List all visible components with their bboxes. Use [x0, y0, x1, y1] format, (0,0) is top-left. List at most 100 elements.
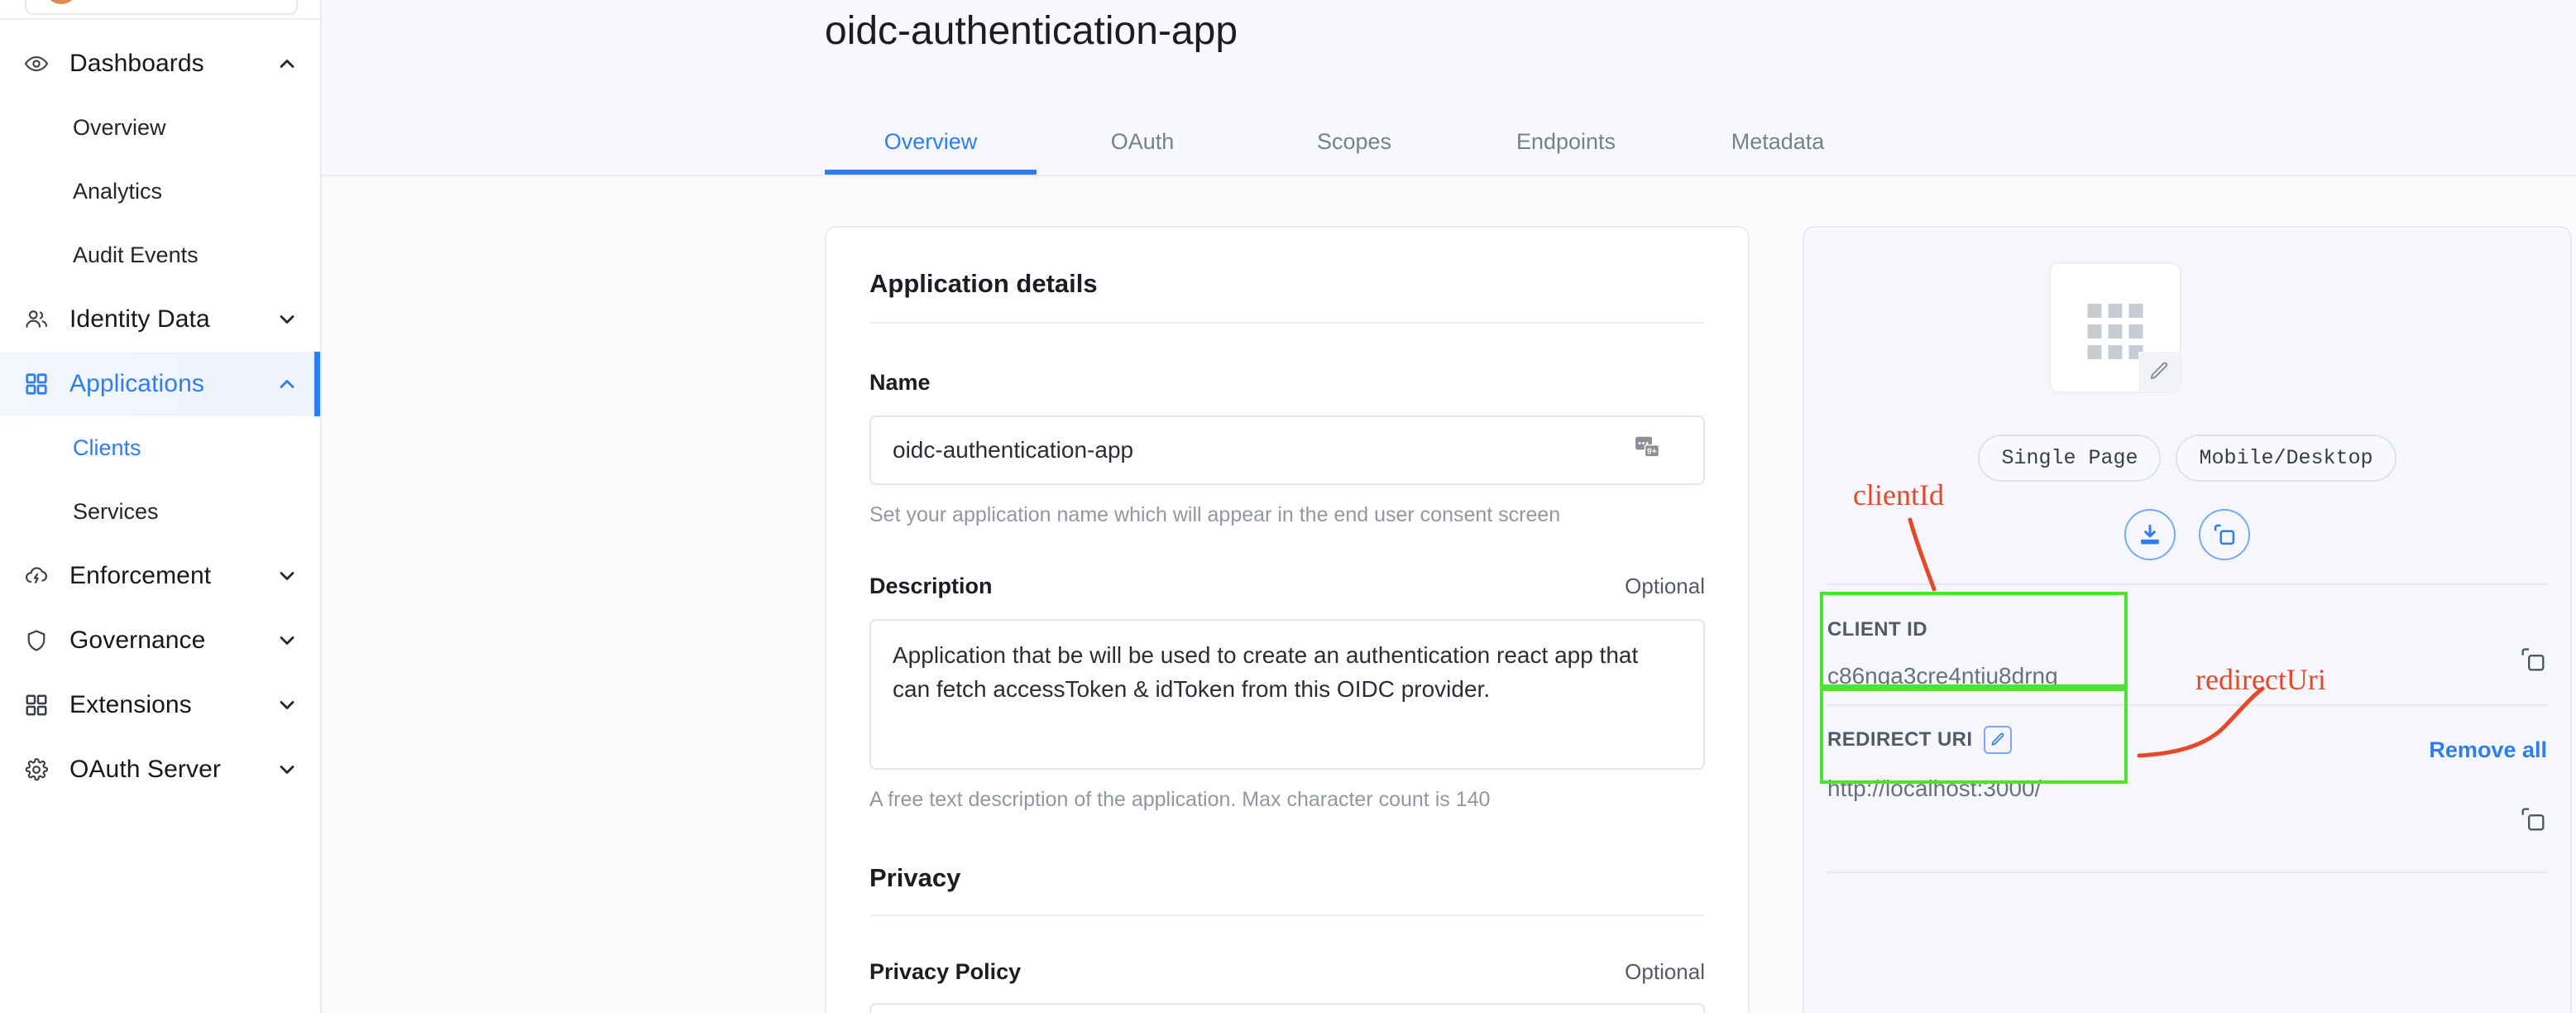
sidebar-item-dashboards[interactable]: Dashboards [0, 31, 320, 96]
sidebar-nav: Dashboards Overview Analytics Audit Even… [0, 0, 320, 802]
client-id-value: c86nqa3cre4ntiu8drng [1827, 663, 2058, 689]
sidebar-subitem-label: Audit Events [73, 242, 199, 267]
sidebar-subitem-label: Clients [73, 435, 141, 460]
tab-scopes[interactable]: Scopes [1248, 129, 1460, 175]
divider [869, 915, 1705, 916]
tab-label: Endpoints [1515, 129, 1616, 154]
tab-label: OAuth [1110, 129, 1175, 154]
pill-mobile-desktop[interactable]: Mobile/Desktop [2176, 434, 2396, 482]
gear-icon [18, 751, 55, 788]
main-content: oidc-authentication-app Overview OAuth S… [322, 0, 2576, 1013]
copy-client-id-button[interactable] [2519, 646, 2547, 678]
tab-label: Scopes [1316, 129, 1392, 154]
tab-label: Overview [883, 129, 978, 154]
privacy-section-title: Privacy [869, 863, 961, 892]
app-icon-thumbnail[interactable] [2049, 262, 2181, 393]
privacy-policy-input[interactable] [869, 1003, 1705, 1013]
content-area: Application details Name oidc-authentica… [322, 176, 2576, 1013]
client-id-label-text: CLIENT ID [1827, 618, 1927, 641]
description-value: Application that be will be used to crea… [893, 642, 1639, 702]
name-hint: Set your application name which will app… [869, 503, 1561, 526]
sidebar-item-label: Dashboards [69, 50, 204, 77]
sidebar: Dashboards Overview Analytics Audit Even… [0, 0, 322, 1013]
nine-plus-badge-icon: 9+ [1634, 434, 1662, 468]
description-label: Description [869, 574, 993, 598]
name-label: Name [869, 370, 931, 395]
tab-overview[interactable]: Overview [825, 129, 1037, 175]
sidebar-item-label: Identity Data [69, 305, 210, 333]
sidebar-item-oauth-server[interactable]: OAuth Server [0, 737, 320, 802]
tab-endpoints[interactable]: Endpoints [1460, 129, 1672, 175]
divider [869, 322, 1705, 324]
client-id-block: CLIENT ID c86nqa3cre4ntiu8drng [1827, 618, 2547, 689]
sidebar-item-clients[interactable]: Clients [0, 416, 320, 480]
edit-app-icon-button[interactable] [2138, 352, 2180, 391]
sidebar-item-audit-events[interactable]: Audit Events [0, 223, 320, 287]
sidebar-item-enforcement[interactable]: Enforcement [0, 544, 320, 608]
app-type-pills: Single Page Mobile/Desktop [1804, 434, 2570, 482]
description-label-row: Description Optional [869, 574, 1705, 599]
pill-label: Mobile/Desktop [2199, 446, 2373, 470]
sidebar-item-governance[interactable]: Governance [0, 608, 320, 673]
sidebar-item-label: Applications [69, 370, 204, 397]
chevron-down-icon[interactable] [275, 308, 299, 331]
sidebar-item-identity-data[interactable]: Identity Data [0, 287, 320, 352]
action-buttons [1804, 509, 2570, 560]
divider [1827, 704, 2547, 706]
sidebar-item-label: Extensions [69, 691, 192, 718]
chevron-up-icon[interactable] [275, 52, 299, 75]
sidebar-item-label: OAuth Server [69, 756, 221, 783]
chevron-down-icon[interactable] [275, 629, 299, 652]
pill-single-page[interactable]: Single Page [1978, 434, 2162, 482]
app-root: Dashboards Overview Analytics Audit Even… [0, 0, 2576, 1013]
remove-all-link[interactable]: Remove all [2429, 737, 2547, 763]
divider [1827, 583, 2547, 585]
download-button[interactable] [2124, 509, 2176, 560]
card-title: Application details [869, 269, 1098, 298]
chevron-up-icon[interactable] [275, 372, 299, 396]
redirect-uri-label-text: REDIRECT URI [1827, 728, 1973, 751]
profile-card-stub[interactable] [25, 0, 298, 15]
application-details-card: Application details Name oidc-authentica… [825, 226, 1750, 1013]
chevron-down-icon[interactable] [275, 758, 299, 781]
application-summary-card: Single Page Mobile/Desktop CLIENT ID c86… [1803, 226, 2572, 1013]
page-title: oidc-authentication-app [825, 9, 1238, 53]
client-id-label: CLIENT ID [1827, 618, 2547, 641]
sidebar-subitem-label: Overview [73, 115, 166, 140]
tab-label: Metadata [1731, 129, 1825, 154]
redirect-uri-value: http://localhost:3000/ [1827, 775, 2042, 801]
chevron-down-icon[interactable] [275, 564, 299, 588]
name-input-value: oidc-authentication-app [893, 437, 1134, 463]
grid-icon [18, 366, 55, 402]
sidebar-item-applications[interactable]: Applications [0, 352, 320, 416]
eye-icon [18, 46, 55, 82]
sidebar-divider [0, 18, 320, 20]
divider [1827, 871, 2547, 873]
description-hint: A free text description of the applicati… [869, 788, 1491, 811]
tab-bar: Overview OAuth Scopes Endpoints Metadata [825, 129, 1884, 175]
pill-label: Single Page [2001, 446, 2138, 470]
privacy-policy-label: Privacy Policy [869, 959, 1022, 984]
name-input[interactable]: oidc-authentication-app 9+ [869, 415, 1705, 485]
sidebar-item-overview[interactable]: Overview [0, 96, 320, 160]
sidebar-item-services[interactable]: Services [0, 480, 320, 544]
shield-icon [18, 622, 55, 659]
copy-redirect-uri-button[interactable] [2519, 805, 2547, 838]
sidebar-subitem-label: Analytics [73, 179, 163, 204]
users-icon [18, 301, 55, 338]
copy-button[interactable] [2199, 509, 2250, 560]
sidebar-item-extensions[interactable]: Extensions [0, 673, 320, 737]
privacy-policy-label-row: Privacy Policy Optional [869, 959, 1705, 985]
tab-metadata[interactable]: Metadata [1672, 129, 1884, 175]
description-optional-tag: Optional [1625, 574, 1705, 598]
chevron-down-icon[interactable] [275, 694, 299, 717]
sidebar-subitem-label: Services [73, 499, 159, 524]
tab-oauth[interactable]: OAuth [1037, 129, 1248, 175]
sidebar-item-label: Governance [69, 627, 206, 654]
description-textarea[interactable]: Application that be will be used to crea… [869, 619, 1705, 770]
edit-redirect-uri-button[interactable] [1984, 726, 2013, 754]
sidebar-item-analytics[interactable]: Analytics [0, 160, 320, 223]
sidebar-item-label: Enforcement [69, 562, 212, 589]
privacy-policy-row: Privacy Policy Optional [869, 959, 1705, 1013]
grid-icon [18, 687, 55, 723]
